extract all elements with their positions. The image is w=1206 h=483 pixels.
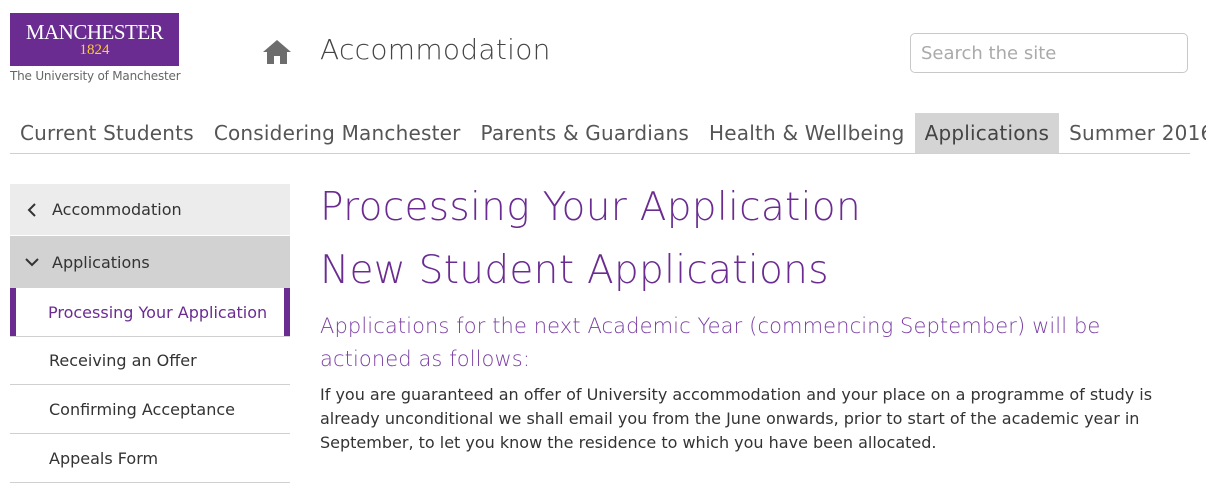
sidebar-back-accommodation[interactable]: Accommodation [10, 184, 290, 236]
page-title: Processing Your Application [320, 185, 861, 230]
sidebar-section-applications[interactable]: Applications [10, 236, 290, 288]
sidebar-section-label: Applications [52, 252, 150, 272]
nav-item-current-students[interactable]: Current Students [10, 113, 204, 153]
chevron-left-icon [27, 202, 36, 217]
logo-mark: MANCHESTER 1824 [10, 13, 179, 66]
main-content: Processing Your Application New Student … [320, 184, 1180, 455]
chevron-down-icon [25, 258, 39, 267]
nav-item-applications[interactable]: Applications [914, 113, 1060, 153]
university-logo[interactable]: MANCHESTER 1824 The University of Manche… [10, 13, 181, 85]
intro-heading: Applications for the next Academic Year … [320, 314, 1101, 371]
sidebar-back-label: Accommodation [52, 200, 182, 219]
logo-subtitle: The University of Manchester [10, 69, 181, 83]
site-title[interactable]: Accommodation [320, 33, 551, 66]
logo-name: MANCHESTER [25, 20, 164, 44]
search-input[interactable] [910, 33, 1188, 73]
nav-item-summer-2016[interactable]: Summer 2016 [1059, 113, 1206, 153]
nav-item-parents-guardians[interactable]: Parents & Guardians [471, 113, 699, 153]
nav-item-considering-manchester[interactable]: Considering Manchester [204, 113, 471, 153]
section-heading: New Student Applications [320, 248, 829, 293]
sidebar-item-appeals-form[interactable]: Appeals Form [10, 434, 290, 483]
main-nav: Current Students Considering Manchester … [10, 113, 1206, 154]
nav-item-health-wellbeing[interactable]: Health & Wellbeing [699, 113, 915, 153]
sidebar-item-receiving-an-offer[interactable]: Receiving an Offer [10, 336, 290, 385]
sidebar-item-processing-your-application[interactable]: Processing Your Application [10, 288, 290, 336]
home-icon[interactable] [262, 38, 292, 66]
logo-year: 1824 [79, 42, 110, 58]
body-paragraph: If you are guaranteed an offer of Univer… [320, 385, 1153, 452]
sidebar-item-confirming-acceptance[interactable]: Confirming Acceptance [10, 385, 290, 434]
sidebar: Accommodation Applications Processing Yo… [10, 184, 290, 483]
